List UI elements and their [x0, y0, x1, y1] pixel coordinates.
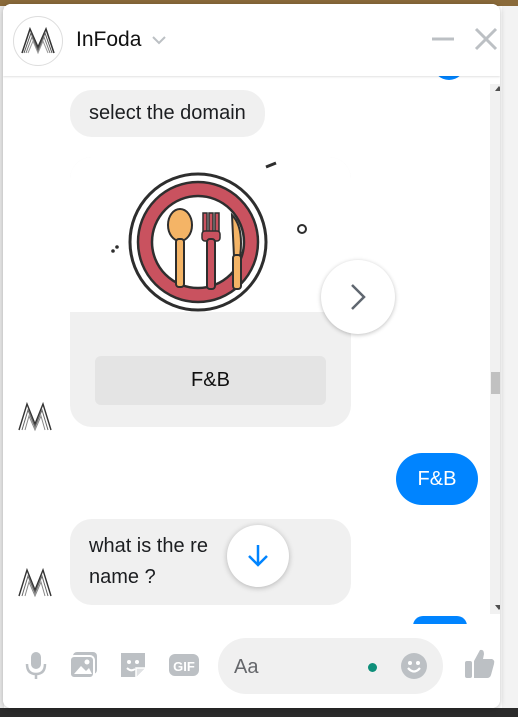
scrollbar-track: [490, 84, 500, 614]
outgoing-bubble-partial: [433, 76, 465, 80]
sticker-icon[interactable]: [116, 648, 150, 682]
background-page-right: [502, 6, 518, 708]
emoji-icon[interactable]: [400, 652, 428, 680]
button-label: F&B: [191, 369, 230, 391]
microphone-icon[interactable]: [19, 648, 53, 682]
card-image: [70, 157, 351, 312]
bot-avatar-small: [18, 401, 52, 432]
chat-title[interactable]: InFoda: [76, 28, 167, 52]
chat-window: InFoda select the domain F&B F&B what is…: [3, 4, 500, 708]
message-text: what is the rent: [89, 531, 332, 562]
message-text: select the domain: [89, 102, 246, 124]
message-input[interactable]: [232, 652, 356, 682]
restaurant-plate-icon: [111, 161, 307, 312]
scroll-to-bottom-button[interactable]: [227, 525, 289, 587]
chat-header: InFoda: [3, 4, 500, 76]
message-composer[interactable]: [218, 638, 443, 694]
close-icon[interactable]: [473, 26, 499, 52]
fb-option-button[interactable]: F&B: [95, 356, 326, 405]
gif-icon[interactable]: GIF: [167, 648, 201, 682]
message-text: F&B: [417, 468, 457, 490]
message-text-part: what is the re: [89, 535, 208, 557]
background-taskbar: [0, 708, 518, 717]
minimize-icon[interactable]: [430, 26, 456, 52]
chat-title-text: InFoda: [76, 28, 142, 51]
carousel-next-button[interactable]: [321, 260, 395, 334]
arrow-down-icon: [248, 545, 268, 567]
composer-bar: GIF: [3, 624, 500, 708]
chevron-down-icon: [152, 36, 167, 45]
infoda-logo-icon: [21, 26, 55, 55]
incoming-message: select the domain: [70, 90, 265, 137]
thumbs-up-icon[interactable]: [462, 646, 498, 682]
domain-card: F&B: [70, 157, 351, 427]
status-dot: [368, 663, 377, 672]
incoming-message: what is the rent name ?: [70, 519, 351, 605]
outgoing-message: F&B: [396, 453, 478, 505]
svg-text:GIF: GIF: [173, 659, 195, 674]
message-scrollbar[interactable]: [490, 84, 500, 614]
photo-icon[interactable]: [67, 648, 101, 682]
chevron-right-icon: [351, 284, 366, 310]
bot-avatar-small: [18, 567, 52, 598]
bot-avatar[interactable]: [13, 16, 63, 66]
message-text-line2: name ?: [89, 566, 156, 588]
